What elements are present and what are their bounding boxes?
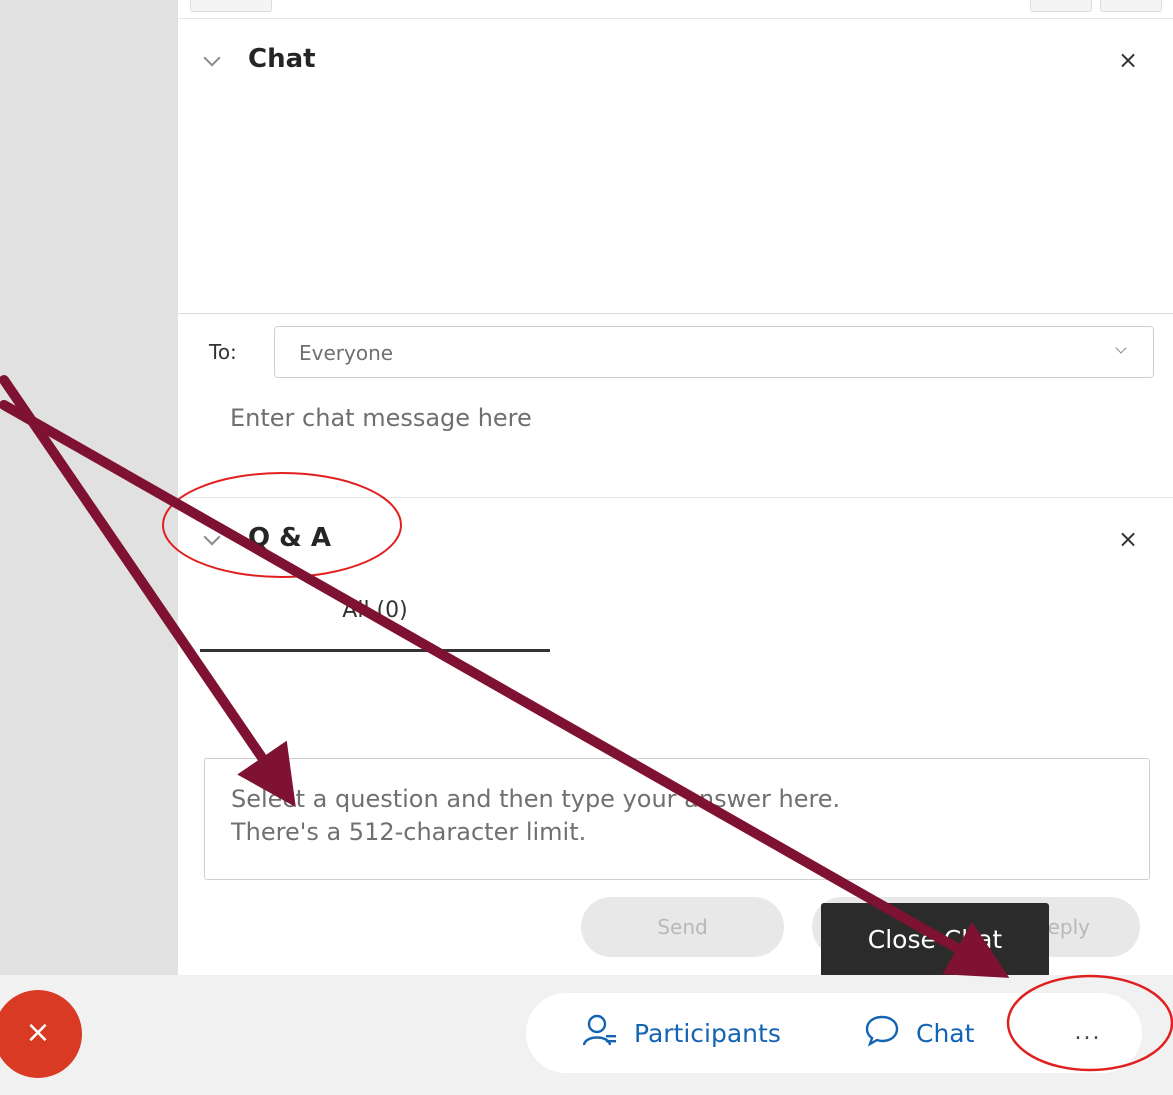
to-label: To: <box>209 340 237 364</box>
tab-all-questions[interactable]: All (0) <box>200 598 550 652</box>
chat-label: Chat <box>916 1018 975 1048</box>
chat-close-icon[interactable]: × <box>1118 48 1138 72</box>
recipient-value: Everyone <box>299 341 394 365</box>
answer-placeholder-line2: There's a 512-character limit. <box>231 818 587 846</box>
chevron-down-icon <box>1115 342 1127 354</box>
left-gray-strip <box>0 0 178 975</box>
chat-bubble-icon <box>864 1013 900 1053</box>
chat-message-input[interactable]: Enter chat message here <box>230 404 532 432</box>
qa-divider <box>178 497 1173 498</box>
top-button-nub <box>1100 0 1162 12</box>
participants-button[interactable]: Participants <box>582 993 781 1073</box>
chat-section-title: Chat <box>248 44 316 74</box>
top-button-nub <box>1030 0 1092 12</box>
more-options-button[interactable]: ... <box>1038 1005 1138 1061</box>
chat-divider <box>178 313 1173 314</box>
recipient-select[interactable]: Everyone <box>274 326 1154 378</box>
top-tab-nub <box>190 0 272 12</box>
panel-top-edge <box>178 0 1173 19</box>
close-icon: × <box>25 1015 51 1050</box>
answer-input[interactable]: Select a question and then type your ans… <box>204 758 1150 880</box>
participants-label: Participants <box>634 1018 781 1048</box>
chat-button[interactable]: Chat <box>864 993 974 1073</box>
qa-close-icon[interactable]: × <box>1118 527 1138 551</box>
answer-placeholder-line1: Select a question and then type your ans… <box>231 785 841 813</box>
participants-icon <box>582 1013 618 1053</box>
send-button[interactable]: Send <box>581 897 784 957</box>
qa-section-title: Q & A <box>248 523 332 553</box>
close-chat-tooltip: Close Chat <box>821 903 1049 977</box>
